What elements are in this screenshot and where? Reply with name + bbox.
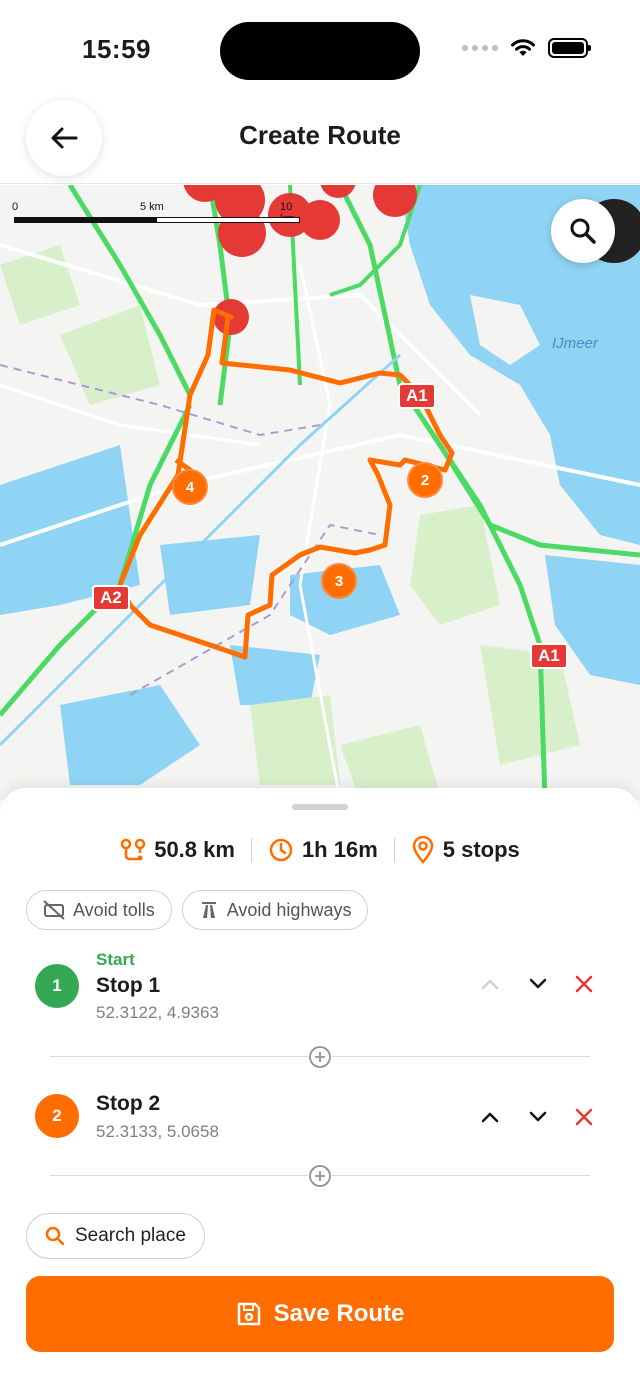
insert-stop-button[interactable] — [308, 1164, 332, 1188]
move-up-button[interactable] — [475, 1102, 505, 1132]
stop-number-badge: 1 — [35, 964, 79, 1008]
stop-start-tag: Start — [96, 950, 135, 969]
avoid-highways-label: Avoid highways — [226, 899, 352, 920]
road-badge-a2: A2 — [92, 585, 130, 611]
clock-icon — [269, 838, 293, 862]
road-badge-a1: A1 — [398, 383, 436, 409]
route-options: Avoid tolls Avoid highways — [26, 890, 369, 930]
move-up-button[interactable] — [475, 969, 505, 999]
search-place-button[interactable]: Search place — [26, 1213, 205, 1259]
chevron-down-icon — [529, 978, 547, 989]
stop-coordinates: 52.3133, 5.0658 — [96, 1122, 219, 1141]
status-bar: 15:59 — [0, 0, 640, 96]
nav-header: Create Route — [0, 96, 640, 184]
save-route-label: Save Route — [273, 1300, 405, 1327]
move-down-button[interactable] — [523, 1102, 553, 1132]
no-toll-icon — [43, 900, 65, 920]
avoid-tolls-label: Avoid tolls — [73, 899, 155, 920]
summary-duration-value: 1h 16m — [301, 837, 378, 862]
highway-icon — [201, 902, 216, 918]
scale-line — [14, 217, 300, 223]
summary-duration: 1h 16m — [252, 837, 394, 863]
plus-circle-icon — [309, 1046, 331, 1068]
stop-name: Stop 1 — [96, 974, 161, 997]
map-stop-marker[interactable]: 3 — [321, 563, 357, 599]
move-down-button[interactable] — [523, 969, 553, 999]
map-stop-marker[interactable]: 4 — [172, 469, 208, 505]
battery-icon — [548, 38, 591, 58]
save-icon — [237, 1302, 260, 1326]
avoid-tolls-toggle[interactable]: Avoid tolls — [26, 890, 172, 930]
close-icon — [575, 1108, 593, 1126]
remove-stop-button[interactable] — [569, 969, 599, 999]
signal-icon — [462, 45, 498, 51]
map-scale-bar: 0 5 km 10 km — [12, 201, 302, 231]
insert-stop-row — [50, 1045, 590, 1069]
sheet-handle[interactable] — [292, 804, 348, 810]
map-stop-marker[interactable]: 2 — [407, 462, 443, 498]
close-icon — [575, 975, 593, 993]
summary-distance-value: 50.8 km — [154, 837, 235, 862]
route-summary: 50.8 km 1h 16m 5 stops — [0, 832, 640, 868]
stop-name: Stop 2 — [96, 1092, 161, 1115]
wifi-icon — [511, 39, 535, 56]
location-pin-icon — [412, 836, 434, 864]
remove-stop-button[interactable] — [569, 1102, 599, 1132]
stop-number-badge: 2 — [35, 1094, 79, 1138]
map-canvas — [0, 185, 640, 800]
summary-stops-value: 5 stops — [442, 837, 520, 862]
status-icons — [462, 38, 591, 58]
chevron-up-icon — [481, 979, 499, 990]
insert-stop-button[interactable] — [308, 1045, 332, 1069]
route-sheet: 50.8 km 1h 16m 5 stops Avoid tolls Avoid… — [0, 788, 640, 1391]
insert-stop-row — [50, 1164, 590, 1188]
chevron-up-icon — [481, 1112, 499, 1123]
plus-circle-icon — [309, 1165, 331, 1187]
stop-coordinates: 52.3122, 4.9363 — [96, 1003, 219, 1022]
scale-label-5km: 5 km — [140, 201, 164, 213]
route-icon — [120, 838, 146, 861]
search-icon — [570, 218, 596, 244]
summary-distance: 50.8 km — [104, 837, 251, 863]
save-route-button[interactable]: Save Route — [26, 1276, 614, 1352]
route-map[interactable]: 0 5 km 10 km IJmeer A1 A1 A2 2 3 4 — [0, 185, 640, 800]
map-search-button[interactable] — [551, 199, 615, 263]
search-place-label: Search place — [75, 1225, 186, 1246]
lake-label: IJmeer — [552, 335, 598, 352]
search-icon — [45, 1226, 65, 1246]
avoid-highways-toggle[interactable]: Avoid highways — [181, 890, 369, 930]
page-title: Create Route — [239, 120, 401, 150]
summary-stops: 5 stops — [395, 836, 536, 864]
scale-label-0: 0 — [12, 201, 19, 213]
chevron-down-icon — [529, 1111, 547, 1122]
dynamic-island — [220, 22, 420, 80]
status-time: 15:59 — [82, 34, 151, 64]
stop-row-1[interactable]: 1 Start Stop 1 52.3122, 4.9363 — [0, 946, 640, 1036]
road-badge-a1: A1 — [530, 643, 568, 669]
